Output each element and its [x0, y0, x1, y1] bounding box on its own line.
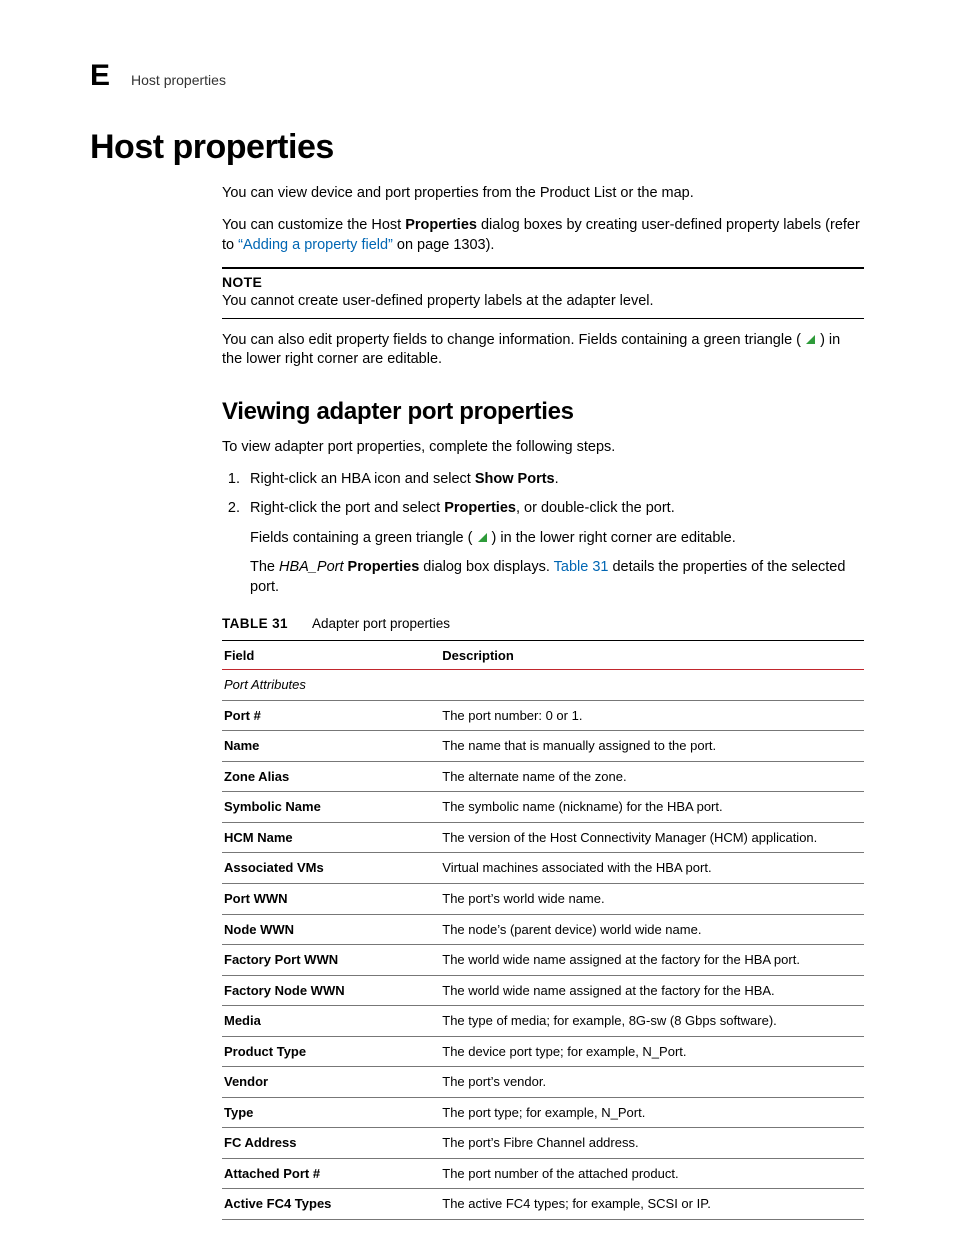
- field-name: FC Address: [222, 1128, 440, 1159]
- table-row: VendorThe port’s vendor.: [222, 1067, 864, 1098]
- field-description: The type of media; for example, 8G-sw (8…: [440, 1006, 864, 1037]
- table-row: Product TypeThe device port type; for ex…: [222, 1036, 864, 1067]
- field-description: The port type; for example, N_Port.: [440, 1097, 864, 1128]
- field-name: Attached Port #: [222, 1158, 440, 1189]
- table-header-row: Field Description: [222, 640, 864, 670]
- table-row: Factory Node WWNThe world wide name assi…: [222, 975, 864, 1006]
- table-row: Node WWNThe node’s (parent device) world…: [222, 914, 864, 945]
- table-row: Port WWNThe port’s world wide name.: [222, 884, 864, 915]
- text: dialog box displays.: [419, 559, 553, 575]
- text: .: [555, 471, 559, 487]
- field-description: The world wide name assigned at the fact…: [440, 975, 864, 1006]
- adapter-port-properties-table: Field Description Port Attributes Port #…: [222, 640, 864, 1220]
- note-text: You cannot create user-defined property …: [222, 292, 864, 312]
- text: Fields containing a green triangle (: [250, 530, 477, 546]
- field-description: The alternate name of the zone.: [440, 761, 864, 792]
- col-description: Description: [440, 640, 864, 670]
- field-name: Product Type: [222, 1036, 440, 1067]
- note-label: NOTE: [222, 273, 864, 292]
- table-section-label: Port Attributes: [222, 670, 864, 701]
- field-name: Zone Alias: [222, 761, 440, 792]
- field-name: Active FC4 Types: [222, 1189, 440, 1220]
- field-name: Name: [222, 731, 440, 762]
- field-description: The symbolic name (nickname) for the HBA…: [440, 792, 864, 823]
- field-description: The port number of the attached product.: [440, 1158, 864, 1189]
- table-row: FC AddressThe port’s Fibre Channel addre…: [222, 1128, 864, 1159]
- field-name: Factory Node WWN: [222, 975, 440, 1006]
- section-intro: To view adapter port properties, complet…: [222, 438, 864, 458]
- field-description: The port’s Fibre Channel address.: [440, 1128, 864, 1159]
- page-title: Host properties: [90, 125, 864, 171]
- table-row: Attached Port #The port number of the at…: [222, 1158, 864, 1189]
- table-title: Adapter port properties: [312, 616, 450, 631]
- field-description: The device port type; for example, N_Por…: [440, 1036, 864, 1067]
- section-heading: Viewing adapter port properties: [222, 396, 864, 428]
- field-name: Factory Port WWN: [222, 945, 440, 976]
- field-name: Node WWN: [222, 914, 440, 945]
- term-show-ports: Show Ports: [475, 471, 555, 487]
- term-properties: Properties: [405, 217, 477, 233]
- table-row: TypeThe port type; for example, N_Port.: [222, 1097, 864, 1128]
- text: You can also edit property fields to cha…: [222, 332, 805, 348]
- field-name: Vendor: [222, 1067, 440, 1098]
- steps-list: Right-click an HBA icon and select Show …: [222, 470, 864, 598]
- field-name: Media: [222, 1006, 440, 1037]
- field-name: Symbolic Name: [222, 792, 440, 823]
- text: ) in the lower right corner are editable…: [488, 530, 736, 546]
- term-properties: Properties: [444, 500, 516, 516]
- table-section-row: Port Attributes: [222, 670, 864, 701]
- table-row: NameThe name that is manually assigned t…: [222, 731, 864, 762]
- step-2-sub-1: Fields containing a green triangle ( ) i…: [250, 529, 864, 549]
- field-description: The node’s (parent device) world wide na…: [440, 914, 864, 945]
- col-field: Field: [222, 640, 440, 670]
- table-caption: TABLE 31 Adapter port properties: [222, 615, 864, 633]
- step-2: Right-click the port and select Properti…: [244, 499, 864, 597]
- field-description: The port number: 0 or 1.: [440, 700, 864, 731]
- field-name: Port #: [222, 700, 440, 731]
- text: You can customize the Host: [222, 217, 405, 233]
- table-number: TABLE 31: [222, 616, 288, 631]
- field-description: The active FC4 types; for example, SCSI …: [440, 1189, 864, 1220]
- table-row: HCM NameThe version of the Host Connecti…: [222, 822, 864, 853]
- intro-paragraph-1: You can view device and port properties …: [222, 184, 864, 204]
- intro-paragraph-2: You can customize the Host Properties di…: [222, 216, 864, 255]
- field-name: Type: [222, 1097, 440, 1128]
- table-row: Zone AliasThe alternate name of the zone…: [222, 761, 864, 792]
- field-description: The version of the Host Connectivity Man…: [440, 822, 864, 853]
- table-row: MediaThe type of media; for example, 8G-…: [222, 1006, 864, 1037]
- field-description: Virtual machines associated with the HBA…: [440, 853, 864, 884]
- text: The: [250, 559, 279, 575]
- running-title: Host properties: [131, 71, 226, 90]
- field-name: HCM Name: [222, 822, 440, 853]
- text: on page 1303).: [393, 237, 495, 253]
- green-triangle-icon: [478, 533, 487, 542]
- step-2-sub-2: The HBA_Port Properties dialog box displ…: [250, 558, 864, 597]
- running-header: E Host properties: [90, 56, 864, 97]
- table-row: Symbolic NameThe symbolic name (nickname…: [222, 792, 864, 823]
- table-row: Active FC4 TypesThe active FC4 types; fo…: [222, 1189, 864, 1220]
- text: Right-click an HBA icon and select: [250, 471, 475, 487]
- green-triangle-icon: [806, 335, 815, 344]
- text: Right-click the port and select: [250, 500, 444, 516]
- appendix-letter: E: [90, 56, 109, 97]
- field-description: The name that is manually assigned to th…: [440, 731, 864, 762]
- table-row: Port #The port number: 0 or 1.: [222, 700, 864, 731]
- note-block: NOTE You cannot create user-defined prop…: [222, 267, 864, 318]
- field-description: The port’s world wide name.: [440, 884, 864, 915]
- field-description: The port’s vendor.: [440, 1067, 864, 1098]
- term-properties: Properties: [348, 559, 420, 575]
- text: , or double-click the port.: [516, 500, 675, 516]
- table-row: Factory Port WWNThe world wide name assi…: [222, 945, 864, 976]
- step-1: Right-click an HBA icon and select Show …: [244, 470, 864, 490]
- term-hba-port: HBA_Port: [279, 559, 343, 575]
- link-table-31[interactable]: Table 31: [554, 559, 609, 575]
- editable-fields-paragraph: You can also edit property fields to cha…: [222, 331, 864, 370]
- field-name: Associated VMs: [222, 853, 440, 884]
- link-adding-property-field[interactable]: “Adding a property field”: [238, 237, 393, 253]
- field-description: The world wide name assigned at the fact…: [440, 945, 864, 976]
- table-row: Associated VMsVirtual machines associate…: [222, 853, 864, 884]
- field-name: Port WWN: [222, 884, 440, 915]
